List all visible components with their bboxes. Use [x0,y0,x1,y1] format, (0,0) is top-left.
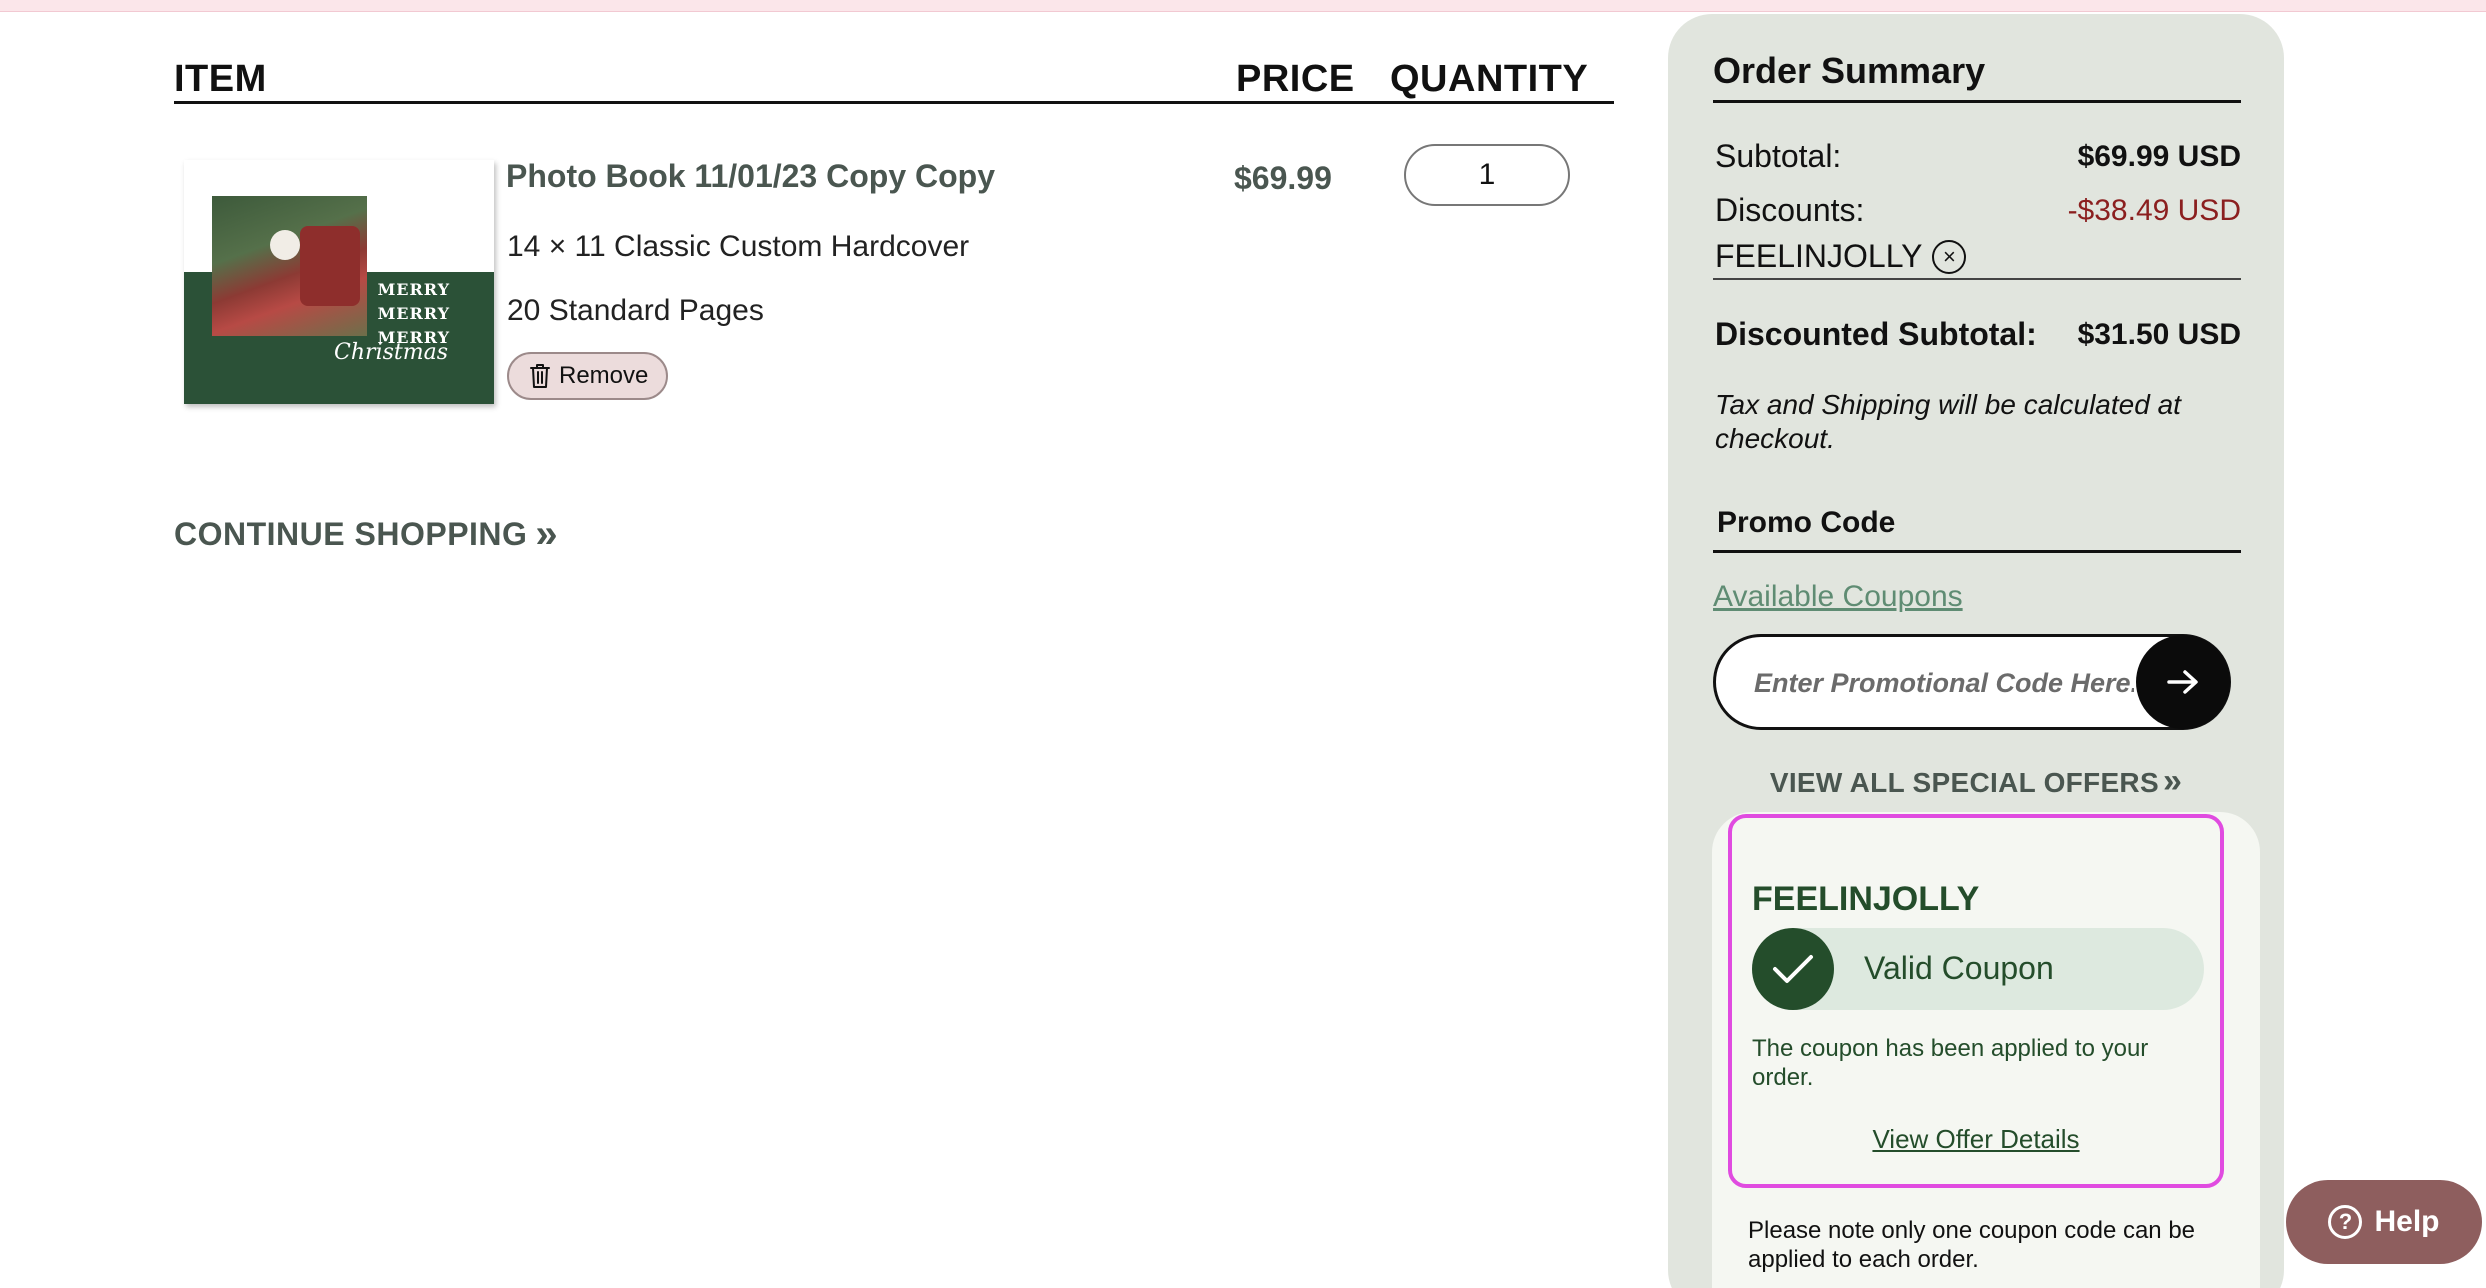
double-chevron-right-icon: » [2162,762,2183,800]
coupon-status-card: FEELINJOLLY Valid Coupon The coupon has … [1728,814,2224,1188]
promo-code-field [1713,634,2231,730]
item-price: $69.99 [1234,160,1332,196]
question-circle-icon: ? [2328,1205,2363,1239]
valid-coupon-badge: Valid Coupon [1752,928,2204,1010]
quantity-input[interactable] [1404,144,1570,206]
help-button[interactable]: ? Help [2286,1180,2482,1264]
cart-table-header: ITEM PRICE QUANTITY [174,50,1614,104]
order-summary-panel: Order Summary Subtotal: $69.99 USD Disco… [1668,14,2284,1288]
double-chevron-right-icon: » [535,512,559,556]
product-thumbnail[interactable]: MERRY MERRY MERRY Christmas [184,160,494,404]
promo-code-title: Promo Code [1717,506,1896,539]
view-all-special-offers-link[interactable]: VIEW ALL SPECIAL OFFERS» [1668,762,2284,801]
view-offer-details-link[interactable]: View Offer Details [1732,1124,2220,1155]
header-quantity: QUANTITY [1390,58,1589,100]
available-coupons-link[interactable]: Available Coupons [1713,580,1963,614]
header-price: PRICE [1236,58,1355,100]
remove-button[interactable]: Remove [507,352,669,400]
order-summary-title: Order Summary [1713,50,1986,91]
discounted-subtotal-value: $31.50 USD [2077,318,2241,351]
trash-icon [530,364,550,388]
photo-figure-shape [270,230,300,260]
promo-divider [1713,550,2241,553]
cart-item-row: MERRY MERRY MERRY Christmas Photo Book 1… [174,104,1614,404]
continue-shopping-label: CONTINUE SHOPPING [174,516,528,552]
item-pages: 20 Standard Pages [507,294,764,327]
help-label: Help [2374,1205,2440,1238]
discounted-subtotal-label: Discounted Subtotal: [1715,316,2037,352]
valid-coupon-text: Valid Coupon [1864,950,2054,986]
close-circle-icon[interactable]: × [1932,239,1967,274]
one-coupon-note: Please note only one coupon code can be … [1748,1217,2196,1273]
cart-section: ITEM PRICE QUANTITY MERRY MERRY MERRY Ch… [174,50,1614,404]
header-item: ITEM [174,58,267,100]
subtotal-value: $69.99 USD [2077,140,2241,173]
discounts-value: -$38.49 USD [2067,194,2241,227]
coupon-applied-message: The coupon has been applied to your orde… [1752,1035,2149,1091]
apply-promo-button[interactable] [2136,635,2230,729]
applied-coupon-code: FEELINJOLLY [1715,238,1923,274]
photo-chair-shape [300,226,360,306]
thumbnail-photo [212,196,367,336]
top-banner-strip [0,0,2486,12]
merry-line-1: MERRY [377,280,450,299]
continue-shopping-link[interactable]: CONTINUE SHOPPING » [174,512,558,557]
checkmark-icon [1752,928,1834,1010]
item-title[interactable]: Photo Book 11/01/23 Copy Copy [506,158,995,195]
summary-divider [1713,100,2241,103]
promo-code-input[interactable] [1754,663,2134,703]
item-size: 14 × 11 Classic Custom Hardcover [507,230,970,263]
coupon-card-code: FEELINJOLLY [1752,880,1980,918]
discount-divider [1713,278,2241,280]
tax-shipping-note: Tax and Shipping will be calculated at c… [1715,389,2181,454]
view-offers-label: VIEW ALL SPECIAL OFFERS [1769,767,2159,798]
merry-line-2: MERRY [377,304,450,323]
discounts-label: Discounts: [1715,192,1865,228]
applied-coupon-chip: FEELINJOLLY × [1715,238,1967,275]
thumbnail-christmas-script: Christmas [334,340,448,365]
subtotal-label: Subtotal: [1715,138,1842,174]
remove-button-label: Remove [559,362,649,389]
arrow-right-icon [2167,670,2198,694]
